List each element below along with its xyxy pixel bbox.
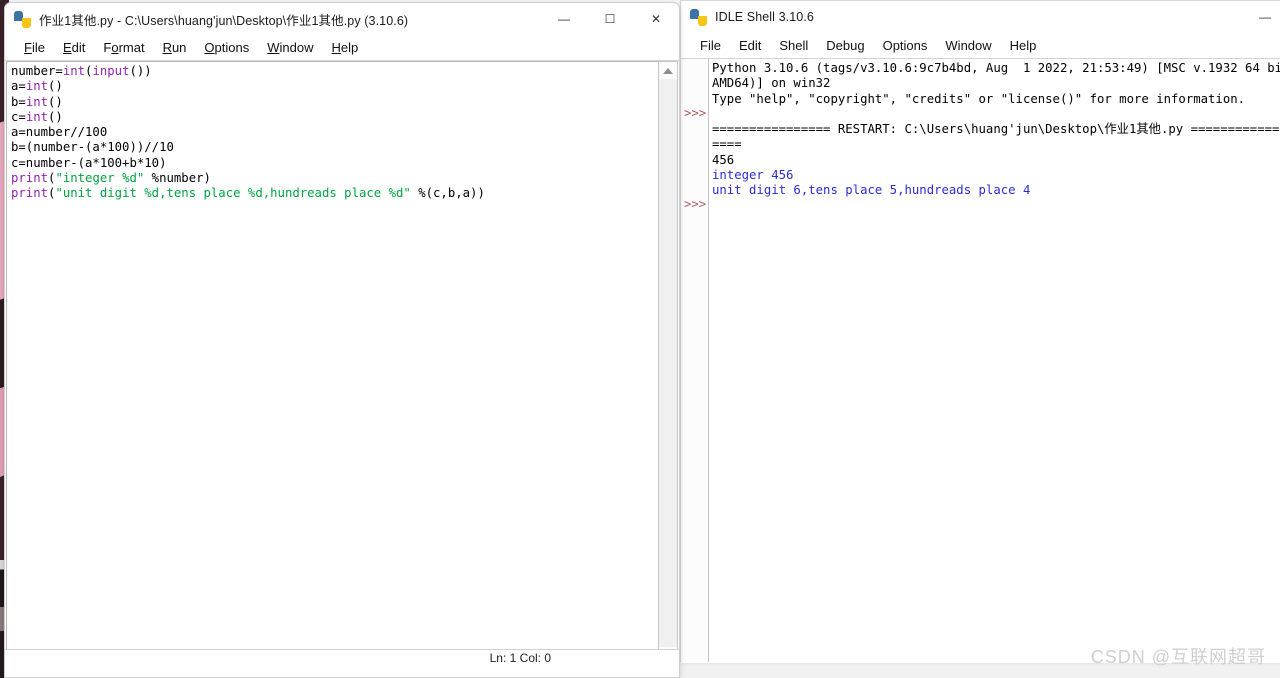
- code-line: a=number//100: [11, 125, 108, 140]
- idle-editor-window[interactable]: 作业1其他.py - C:\Users\huang'jun\Desktop\作业…: [4, 2, 680, 678]
- editor-window-controls[interactable]: — ☐ ✕: [541, 3, 679, 35]
- shell-prompt-marker: >>>: [684, 106, 707, 120]
- editor-titlebar[interactable]: 作业1其他.py - C:\Users\huang'jun\Desktop\作业…: [5, 3, 679, 35]
- code-line: print("integer %d" %number): [11, 171, 211, 186]
- shell-output-line: [712, 107, 1280, 122]
- cursor-position-label: Ln: 1 Col: 0: [489, 651, 551, 665]
- editor-menu-file[interactable]: File: [15, 38, 54, 57]
- desktop-screen: IDLE Shell 3.10.6 — File Edit Shell Debu…: [0, 0, 1280, 678]
- editor-menu-help[interactable]: Help: [323, 38, 368, 57]
- editor-scrollbar-thumb[interactable]: [659, 79, 677, 647]
- code-line: b=(number-(a*100))//10: [11, 140, 174, 155]
- shell-menu-edit[interactable]: Edit: [730, 36, 770, 55]
- shell-output-line: AMD64)] on win32: [712, 76, 831, 91]
- shell-menu-shell[interactable]: Shell: [770, 36, 817, 55]
- editor-close-button[interactable]: ✕: [633, 3, 679, 35]
- shell-output-line: Python 3.10.6 (tags/v3.10.6:9c7b4bd, Aug…: [712, 61, 1280, 75]
- shell-output-line: integer 456: [712, 168, 794, 183]
- shell-title-text: IDLE Shell 3.10.6: [715, 10, 814, 24]
- shell-output-line: 456: [712, 152, 735, 167]
- editor-title-text: 作业1其他.py - C:\Users\huang'jun\Desktop\作业…: [39, 13, 409, 28]
- editor-menu-window[interactable]: Window: [258, 38, 322, 57]
- shell-menu-window[interactable]: Window: [936, 36, 1000, 55]
- shell-output-line: Type "help", "copyright", "credits" or "…: [712, 91, 1246, 106]
- code-editor-text-area[interactable]: number=int(input()) a=int() b=int() c=int()…: [6, 61, 659, 663]
- shell-prompt-sidebar: >>> >>>: [681, 59, 709, 662]
- shell-prompt-marker: >>>: [684, 197, 707, 211]
- editor-menu-options[interactable]: Options: [195, 38, 258, 57]
- code-line: number=int(input()): [11, 64, 152, 78]
- shell-output-line: unit digit 6,tens place 5,hundreads plac…: [712, 183, 1031, 198]
- editor-menu-format[interactable]: Format: [94, 38, 153, 57]
- python-file-icon: [14, 10, 31, 28]
- editor-minimize-button[interactable]: —: [541, 3, 587, 35]
- shell-output-line: ================ RESTART: C:\Users\huang…: [712, 122, 1280, 137]
- editor-menu-run[interactable]: Run: [154, 38, 196, 57]
- shell-titlebar[interactable]: IDLE Shell 3.10.6 —: [681, 1, 1280, 33]
- code-line: print("unit digit %d,tens place %d,hundr…: [11, 186, 485, 201]
- shell-menubar[interactable]: File Edit Shell Debug Options Window Hel…: [681, 33, 1280, 58]
- shell-output-area[interactable]: Python 3.10.6 (tags/v3.10.6:9c7b4bd, Aug…: [710, 59, 1280, 662]
- shell-menu-help[interactable]: Help: [1001, 36, 1046, 55]
- code-line: c=int(): [11, 109, 63, 124]
- shell-minimize-button[interactable]: —: [1242, 1, 1280, 33]
- idle-shell-window[interactable]: IDLE Shell 3.10.6 — File Edit Shell Debu…: [680, 0, 1280, 663]
- shell-menu-options[interactable]: Options: [874, 36, 937, 55]
- shell-body: >>> >>> Python 3.10.6 (tags/v3.10.6:9c7b4…: [681, 58, 1280, 663]
- shell-menu-file[interactable]: File: [691, 36, 730, 55]
- code-line: b=int(): [11, 94, 63, 109]
- python-shell-icon: [690, 8, 707, 26]
- shell-menu-debug[interactable]: Debug: [817, 36, 873, 55]
- csdn-watermark: CSDN @互联网超哥: [1090, 647, 1266, 667]
- scroll-up-icon[interactable]: [659, 62, 677, 79]
- editor-menubar[interactable]: File Edit Format Run Options Window Help: [5, 35, 679, 60]
- editor-menu-edit[interactable]: Edit: [54, 38, 94, 57]
- shell-window-controls[interactable]: —: [1242, 1, 1280, 33]
- shell-output-line: ====: [712, 137, 742, 152]
- code-line: a=int(): [11, 79, 63, 94]
- editor-vertical-scrollbar[interactable]: [658, 61, 678, 663]
- editor-body: number=int(input()) a=int() b=int() c=int()…: [5, 60, 679, 665]
- code-line: c=number-(a*100+b*10): [11, 155, 167, 170]
- editor-maximize-button[interactable]: ☐: [587, 3, 633, 35]
- editor-statusbar: Ln: 1 Col: 0: [5, 649, 679, 665]
